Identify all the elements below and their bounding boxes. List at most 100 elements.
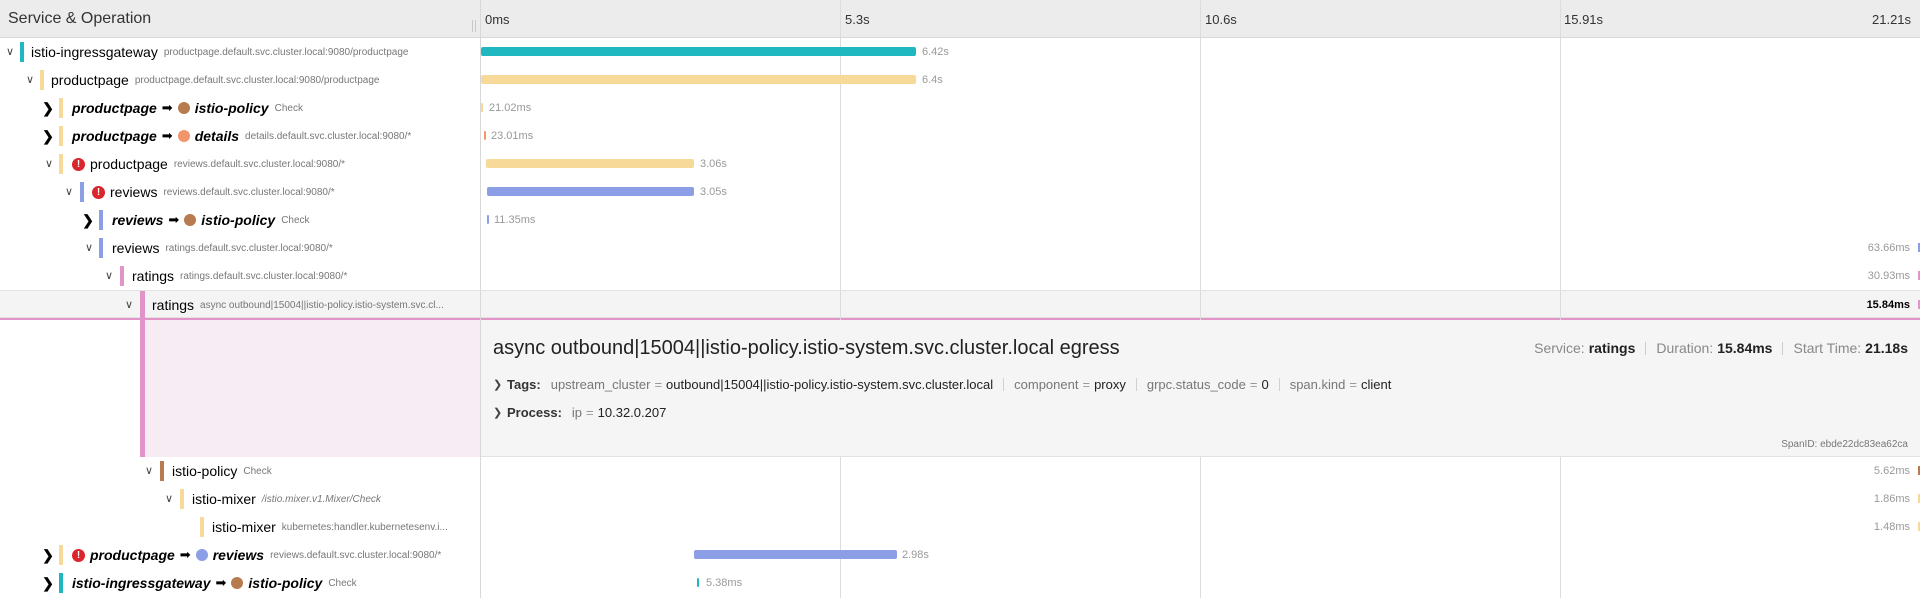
span-bar[interactable] bbox=[484, 131, 486, 140]
chevron-down-icon[interactable]: ∨ bbox=[102, 269, 116, 283]
chevron-right-icon[interactable]: ❯ bbox=[41, 129, 55, 143]
divider bbox=[1645, 341, 1647, 355]
duration-meta-value: 15.84ms bbox=[1717, 340, 1773, 356]
divider bbox=[1003, 378, 1005, 391]
service-dot-icon bbox=[177, 102, 190, 114]
operation-name: reviews.default.svc.cluster.local:9080/* bbox=[163, 186, 335, 198]
column-resize-handle[interactable] bbox=[472, 20, 476, 32]
span-duration: 6.4s bbox=[922, 74, 943, 86]
chevron-right-icon[interactable]: ❯ bbox=[493, 406, 507, 419]
span-row[interactable]: ❯ productpage ➡ details details.default.… bbox=[0, 122, 1920, 150]
target-service-name: istio-policy bbox=[201, 212, 276, 228]
span-name: ! productpage ➡ reviews reviews.default.… bbox=[72, 547, 441, 563]
span-bar[interactable] bbox=[697, 578, 699, 587]
service-name: productpage bbox=[72, 100, 157, 116]
span-row[interactable]: ∨ ratings ratings.default.svc.cluster.lo… bbox=[0, 262, 1920, 290]
chevron-right-icon[interactable]: ❯ bbox=[41, 576, 55, 590]
span-bar[interactable] bbox=[486, 159, 694, 168]
service-color-bar bbox=[59, 545, 63, 565]
chevron-down-icon[interactable]: ∨ bbox=[122, 298, 136, 312]
chevron-down-icon[interactable]: ∨ bbox=[142, 464, 156, 478]
span-row[interactable]: ❯ istio-ingressgateway ➡ istio-policy Ch… bbox=[0, 569, 1920, 597]
span-id-value: ebde22dc83ea62ca bbox=[1820, 439, 1908, 450]
divider bbox=[1278, 378, 1280, 391]
span-bar[interactable] bbox=[487, 215, 489, 224]
span-row[interactable]: ∨ istio-mixer /istio.mixer.v1.Mixer/Chec… bbox=[0, 485, 1920, 513]
span-row[interactable]: istio-mixer kubernetes:handler.kubernete… bbox=[0, 513, 1920, 541]
span-row[interactable]: ∨ reviews ratings.default.svc.cluster.lo… bbox=[0, 234, 1920, 262]
chevron-right-icon[interactable]: ❯ bbox=[493, 378, 507, 391]
span-id: SpanID: ebde22dc83ea62ca bbox=[1781, 439, 1908, 450]
span-row[interactable]: ❯ productpage ➡ istio-policy Check 21.02… bbox=[0, 94, 1920, 122]
operation-name: reviews.default.svc.cluster.local:9080/* bbox=[173, 158, 346, 170]
operation-name: productpage.default.svc.cluster.local:90… bbox=[134, 74, 380, 86]
tag-item: upstream_cluster = outbound|15004||istio-p… bbox=[551, 377, 993, 392]
chevron-down-icon[interactable]: ∨ bbox=[3, 45, 17, 59]
span-duration: 21.02ms bbox=[489, 102, 532, 114]
span-row[interactable]: ❯ reviews ➡ istio-policy Check 11.35ms bbox=[0, 206, 1920, 234]
span-duration: 63.66ms bbox=[1867, 242, 1910, 254]
span-name: reviews ➡ istio-policy Check bbox=[112, 212, 310, 228]
span-bar[interactable] bbox=[694, 550, 897, 559]
gridline bbox=[1200, 0, 1201, 598]
operation-name: Check bbox=[243, 465, 272, 477]
span-row[interactable]: ∨ istio-ingressgateway productpage.defau… bbox=[0, 38, 1920, 66]
service-color-bar bbox=[59, 126, 63, 146]
chevron-down-icon[interactable]: ∨ bbox=[162, 492, 176, 506]
span-row[interactable]: ∨ ! productpage reviews.default.svc.clus… bbox=[0, 150, 1920, 178]
span-name: istio-mixer kubernetes:handler.kubernete… bbox=[212, 519, 448, 535]
target-service-name: reviews bbox=[212, 547, 265, 563]
span-name: productpage ➡ details details.default.sv… bbox=[72, 128, 411, 144]
chevron-right-icon[interactable]: ❯ bbox=[41, 548, 55, 562]
chevron-right-icon[interactable]: ❯ bbox=[81, 213, 95, 227]
operation-name: Check bbox=[274, 102, 303, 114]
error-icon: ! bbox=[72, 548, 85, 562]
service-name: productpage bbox=[51, 72, 129, 88]
operation-name: productpage.default.svc.cluster.local:90… bbox=[163, 46, 409, 58]
service-color-bar bbox=[40, 70, 44, 90]
service-name: ratings bbox=[152, 297, 195, 313]
service-name: istio-mixer bbox=[192, 491, 256, 507]
tag-key: span.kind bbox=[1289, 377, 1346, 392]
process-item: ip = 10.32.0.207 bbox=[572, 405, 666, 420]
span-duration: 30.93ms bbox=[1867, 270, 1910, 282]
tags-section[interactable]: ❯ Tags: upstream_cluster = outbound|15004|… bbox=[493, 377, 1391, 392]
chevron-right-icon[interactable]: ❯ bbox=[41, 101, 55, 115]
gridline bbox=[1560, 0, 1561, 598]
service-name: reviews bbox=[112, 212, 164, 228]
span-duration: 2.98s bbox=[902, 549, 929, 561]
span-name: ratings async outbound|15004||istio-poli… bbox=[152, 297, 444, 313]
tag-key: grpc.status_code bbox=[1146, 377, 1246, 392]
chevron-down-icon[interactable]: ∨ bbox=[82, 241, 96, 255]
span-name: productpage productpage.default.svc.clus… bbox=[51, 72, 379, 88]
span-bar[interactable] bbox=[487, 187, 694, 196]
span-detail-body: async outbound|15004||istio-policy.istio… bbox=[481, 320, 1920, 457]
span-bar[interactable] bbox=[481, 103, 483, 112]
span-bar[interactable] bbox=[481, 75, 916, 84]
span-name: reviews ratings.default.svc.cluster.loca… bbox=[112, 240, 333, 256]
span-detail-meta: Service: ratings Duration: 15.84ms Start… bbox=[1534, 340, 1908, 356]
span-row[interactable]: ∨ istio-policy Check 5.62ms bbox=[0, 457, 1920, 485]
tag-value: outbound|15004||istio-policy.istio-syste… bbox=[666, 377, 994, 392]
span-row[interactable]: ❯ ! productpage ➡ reviews reviews.defaul… bbox=[0, 541, 1920, 569]
chevron-down-icon[interactable]: ∨ bbox=[23, 73, 37, 87]
error-icon: ! bbox=[92, 185, 105, 199]
span-row[interactable]: ∨ productpage productpage.default.svc.cl… bbox=[0, 66, 1920, 94]
span-duration: 23.01ms bbox=[491, 130, 534, 142]
chevron-down-icon[interactable]: ∨ bbox=[42, 157, 56, 171]
service-color-bar bbox=[59, 573, 63, 593]
tag-item: span.kind = client bbox=[1290, 377, 1392, 392]
span-duration: 5.62ms bbox=[1873, 465, 1910, 477]
span-duration: 11.35ms bbox=[494, 214, 536, 226]
span-bar[interactable] bbox=[481, 47, 916, 56]
target-service-name: istio-policy bbox=[248, 575, 323, 591]
span-id-label: SpanID: bbox=[1781, 439, 1818, 450]
column-divider[interactable] bbox=[480, 0, 481, 598]
start-time-meta-value: 21.18s bbox=[1865, 340, 1908, 356]
equals-sign: = bbox=[1249, 377, 1258, 392]
service-color-bar bbox=[200, 517, 204, 537]
span-row[interactable]: ∨ ! reviews reviews.default.svc.cluster.… bbox=[0, 178, 1920, 206]
chevron-down-icon[interactable]: ∨ bbox=[62, 185, 76, 199]
process-section[interactable]: ❯ Process: ip = 10.32.0.207 bbox=[493, 405, 666, 420]
span-row-selected[interactable]: ∨ ratings async outbound|15004||istio-po… bbox=[0, 290, 1920, 319]
